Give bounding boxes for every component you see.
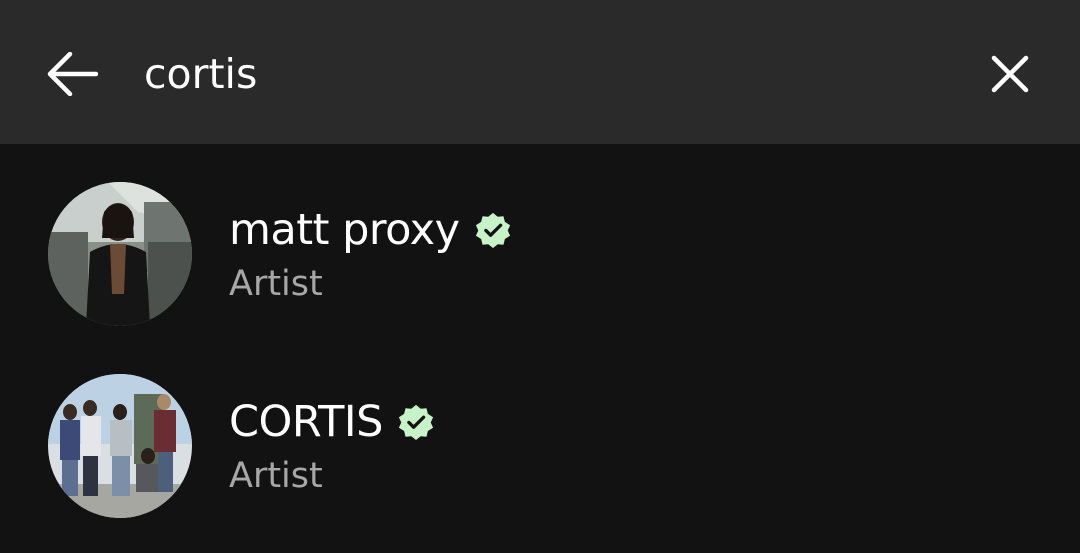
result-type: Artist (229, 456, 323, 496)
result-title: CORTIS (229, 392, 435, 452)
result-item-cortis[interactable]: CORTIS Artist (0, 364, 1080, 544)
back-button[interactable] (40, 44, 104, 104)
search-results-list: matt proxy Artist CORTIS Artist (0, 144, 1080, 553)
verified-badge-icon (475, 212, 510, 249)
avatar (48, 374, 192, 518)
close-icon (991, 55, 1029, 93)
search-bar (0, 0, 1080, 144)
result-title: matt proxy (229, 200, 512, 260)
arrow-left-icon (47, 52, 98, 96)
verified-badge-icon (398, 404, 433, 441)
avatar (48, 182, 192, 326)
result-name: matt proxy (229, 205, 460, 255)
search-input[interactable] (144, 44, 924, 104)
result-name: CORTIS (229, 397, 383, 447)
clear-search-button[interactable] (980, 44, 1040, 104)
result-item-matt-proxy[interactable]: matt proxy Artist (0, 172, 1080, 352)
result-type: Artist (229, 264, 323, 304)
